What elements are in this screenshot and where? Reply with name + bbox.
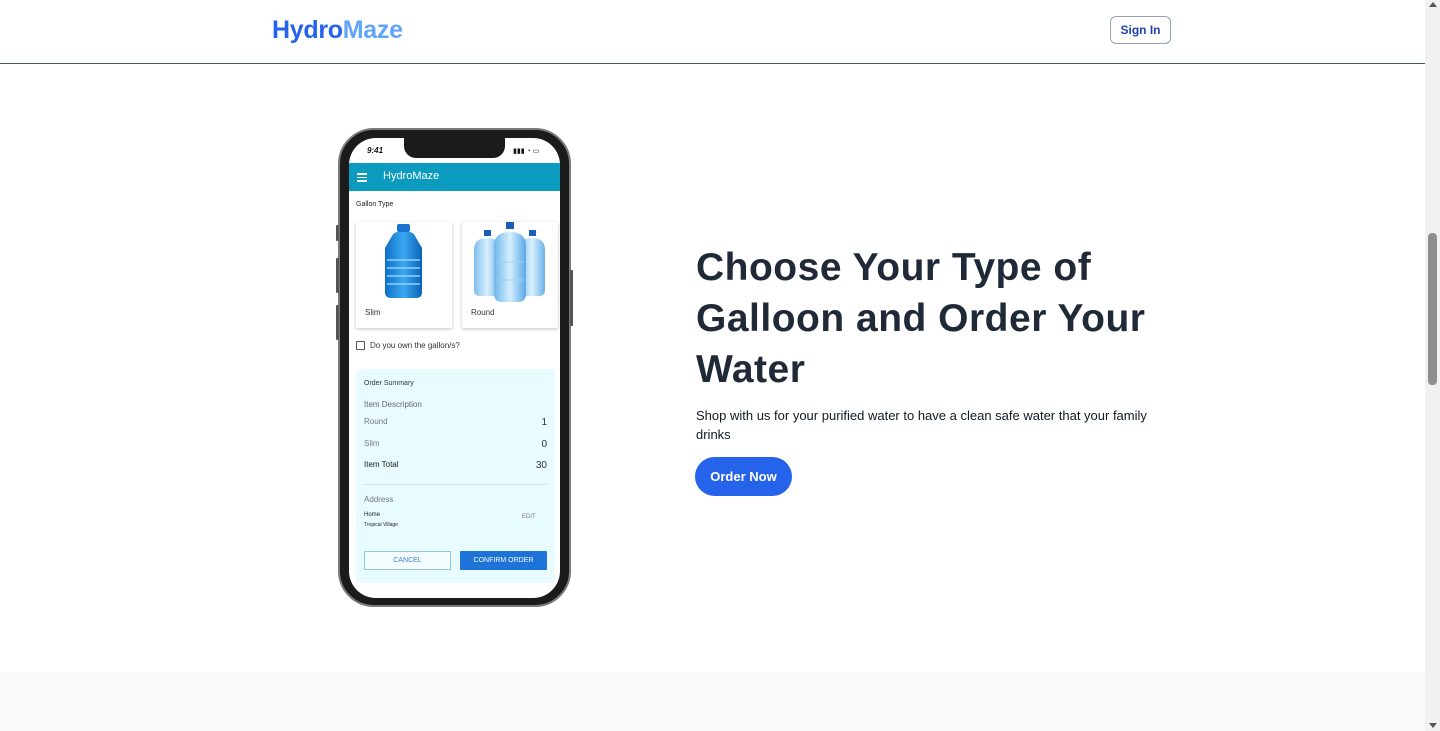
sign-in-button[interactable]: Sign In — [1110, 16, 1171, 44]
order-summary-panel: Order Summary Item Description Round 1 S… — [356, 369, 555, 583]
phone-screen: 9:41 ▮▮▮ ◔ ▭ HydroMaze Gallon Type Slim … — [349, 138, 560, 598]
hero-title: Choose Your Type of Galloon and Order Yo… — [696, 246, 1146, 391]
logo-part-maze: Maze — [342, 16, 403, 44]
menu-icon[interactable] — [357, 173, 367, 182]
phone-side-button — [336, 225, 339, 241]
address-title: Address — [364, 495, 394, 504]
own-gallon-checkbox[interactable] — [356, 341, 365, 350]
item-description-label: Item Description — [364, 400, 422, 409]
address-detail: Tropical Village — [364, 522, 398, 528]
order-now-button[interactable]: Order Now — [695, 457, 792, 496]
phone-volume-up — [336, 258, 339, 293]
gallon-card-label: Round — [471, 308, 495, 317]
summary-row-value: 1 — [541, 417, 547, 428]
logo[interactable]: HydroMaze — [272, 16, 403, 45]
status-icons: ▮▮▮ ◔ ▭ — [513, 148, 540, 155]
gallon-card-label: Slim — [365, 308, 381, 317]
hero-subtitle: Shop with us for your purified water to … — [696, 408, 1147, 442]
summary-row-label: Slim — [364, 439, 380, 448]
gallon-type-label: Gallon Type — [356, 201, 394, 208]
scroll-up-arrow-icon[interactable] — [1429, 2, 1437, 7]
address-name: Home — [364, 512, 381, 518]
logo-part-hydro: Hydro — [272, 16, 343, 44]
own-gallon-label: Do you own the gallon/s? — [370, 341, 460, 350]
phone-notch — [404, 138, 505, 158]
summary-row-slim: Slim 0 — [364, 439, 547, 450]
gallon-card-round[interactable]: Round — [462, 222, 558, 328]
phone-mockup: 9:41 ▮▮▮ ◔ ▭ HydroMaze Gallon Type Slim … — [336, 128, 573, 607]
slim-bottle-icon — [385, 224, 422, 298]
gallon-card-slim[interactable]: Slim — [356, 222, 452, 328]
phone-power-button — [570, 270, 573, 326]
phone-volume-down — [336, 305, 339, 340]
round-bottles-icon — [474, 222, 545, 302]
summary-divider — [364, 484, 547, 485]
scroll-down-arrow-icon[interactable] — [1429, 723, 1437, 728]
confirm-order-button[interactable]: CONFIRM ORDER — [460, 551, 547, 570]
app-bar: HydroMaze — [349, 163, 560, 191]
summary-row-value: 0 — [541, 439, 547, 450]
next-section-band — [0, 672, 1425, 731]
summary-row-total: Item Total 30 — [364, 460, 547, 471]
page-scrollbar[interactable] — [1425, 0, 1440, 731]
own-gallon-checkbox-row[interactable]: Do you own the gallon/s? — [356, 341, 460, 350]
edit-address-button[interactable]: EDIT — [522, 514, 536, 520]
summary-row-label: Item Total — [364, 460, 399, 469]
site-header: HydroMaze Sign In — [0, 0, 1425, 64]
order-summary-title: Order Summary — [364, 380, 414, 387]
app-bar-title: HydroMaze — [383, 170, 440, 182]
cancel-button[interactable]: CANCEL — [364, 551, 451, 570]
summary-row-round: Round 1 — [364, 417, 547, 428]
summary-row-value: 30 — [535, 460, 547, 471]
summary-row-label: Round — [364, 417, 388, 426]
scrollbar-thumb[interactable] — [1428, 233, 1437, 385]
status-time: 9:41 — [367, 146, 384, 155]
